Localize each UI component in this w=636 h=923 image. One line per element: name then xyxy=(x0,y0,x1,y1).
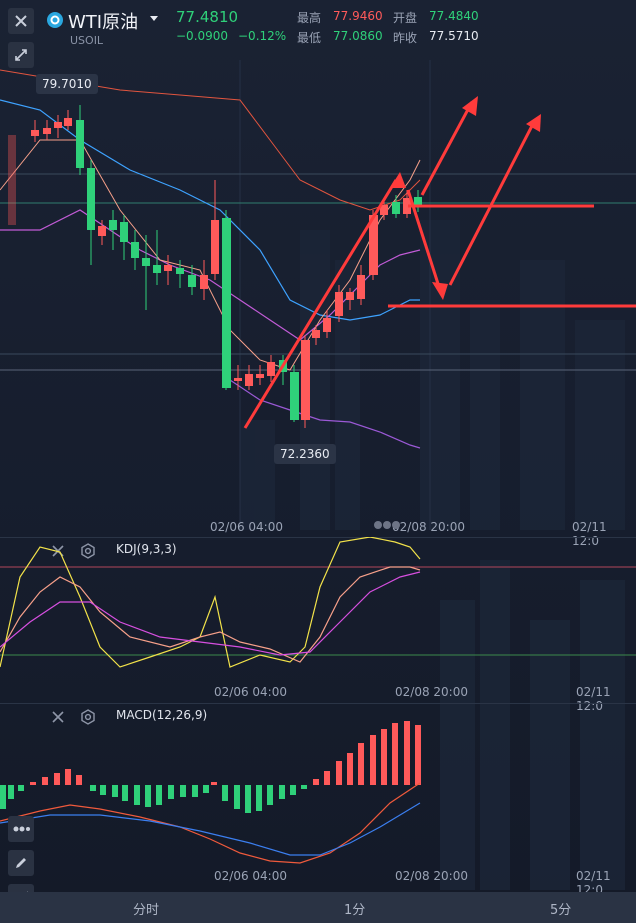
pencil-tool-button[interactable] xyxy=(8,850,34,876)
macd-chart[interactable] xyxy=(0,703,636,891)
indicator-tool-button[interactable] xyxy=(8,816,34,842)
arrow-heads xyxy=(390,96,541,300)
low-price-tag: 72.2360 xyxy=(274,444,336,464)
kdj-k-line xyxy=(0,566,421,663)
time-axis-label: 02/08 20:00 xyxy=(392,520,465,534)
macd-dea-line xyxy=(0,802,421,856)
high-value: 77.9460 xyxy=(333,9,383,23)
low-label: 最低 xyxy=(297,31,322,45)
candles xyxy=(31,105,422,428)
last-price: 77.4810 xyxy=(176,8,239,26)
bollinger-lower xyxy=(229,379,421,449)
prev-close-value: 77.5710 xyxy=(429,29,479,43)
kdj-chart[interactable] xyxy=(0,537,636,702)
time-axis-label: 02/06 04:00 xyxy=(210,520,283,534)
macd-time-label: 02/06 04:00 xyxy=(214,869,287,883)
pencil-icon xyxy=(16,858,26,868)
macd-dif-line xyxy=(0,782,421,864)
interval-bar: 分时 1分 5分 xyxy=(0,892,636,923)
close-button[interactable] xyxy=(8,8,34,34)
macd-time-label: 02/08 20:00 xyxy=(395,869,468,883)
symbol-badge-icon xyxy=(47,12,63,28)
macd-hist-negative xyxy=(0,785,307,813)
open-label: 开盘 xyxy=(393,11,418,25)
chart-screen: WTI原油 USOIL 77.4810 −0.0900 −0.12% 最高 77… xyxy=(0,0,636,923)
kdj-time-label: 02/08 20:00 xyxy=(395,685,468,699)
kdj-time-label: 02/06 04:00 xyxy=(214,685,287,699)
high-price-tag: 79.7010 xyxy=(36,74,98,94)
macd-hist-positive xyxy=(30,721,421,785)
dropdown-icon[interactable] xyxy=(149,15,159,23)
more-dots-icon[interactable] xyxy=(372,518,402,532)
quote-header: WTI原油 USOIL 77.4810 −0.0900 −0.12% 最高 77… xyxy=(0,0,636,68)
price-change: −0.0900 xyxy=(176,29,229,43)
prev-close-label: 昨收 xyxy=(393,31,418,45)
tab-1min[interactable]: 1分 xyxy=(344,899,365,918)
low-value: 77.0860 xyxy=(333,29,383,43)
open-value: 77.4840 xyxy=(429,9,479,23)
tab-timeshare[interactable]: 分时 xyxy=(133,899,159,918)
symbol-code: USOIL xyxy=(70,34,104,47)
more-dots-icon xyxy=(13,826,30,832)
high-label: 最高 xyxy=(297,11,322,25)
faded-candles xyxy=(8,135,16,225)
kdj-d-line xyxy=(0,571,421,656)
close-icon xyxy=(15,15,27,27)
tab-5min[interactable]: 5分 xyxy=(550,899,571,918)
symbol-name[interactable]: WTI原油 xyxy=(68,8,138,34)
price-change-pct: −0.12% xyxy=(238,29,287,43)
